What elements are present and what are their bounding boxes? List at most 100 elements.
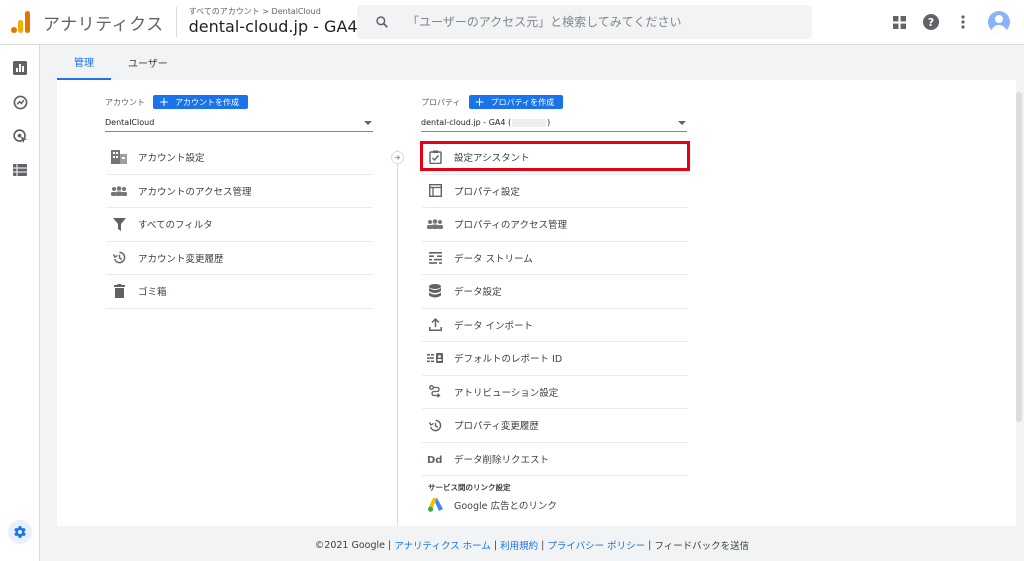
apps-grid-icon[interactable] xyxy=(890,13,908,31)
reports-icon[interactable] xyxy=(11,59,29,77)
svg-text:Dd: Dd xyxy=(427,455,442,464)
explore-icon[interactable] xyxy=(11,93,29,111)
header-divider xyxy=(175,7,177,37)
create-property-button[interactable]: + プロパティを作成 xyxy=(468,95,564,109)
dropdown-arrow-icon xyxy=(364,120,372,125)
search-input[interactable] xyxy=(407,15,787,29)
plus-icon: + xyxy=(159,95,170,109)
property-select[interactable]: dental-cloud.jp - GA4 () xyxy=(421,114,687,132)
top-app-bar: アナリティクス すべてのアカウント > DentalCloud dental-c… xyxy=(0,0,1024,45)
menu-account-settings[interactable]: アカウント設定 xyxy=(106,141,373,175)
filter-icon xyxy=(110,215,128,233)
menu-account-history[interactable]: アカウント変更履歴 xyxy=(106,242,373,275)
app-title: アナリティクス xyxy=(43,14,164,35)
report-id-icon xyxy=(426,349,444,367)
menu-item-label: ゴミ箱 xyxy=(138,287,167,299)
create-property-label: プロパティを作成 xyxy=(490,97,555,107)
menu-item-label: すべてのフィルタ xyxy=(138,220,213,232)
menu-data-streams[interactable]: データ ストリーム xyxy=(422,242,688,275)
menu-property-settings[interactable]: プロパティ設定 xyxy=(422,175,688,208)
menu-item-label: デフォルトのレポート ID xyxy=(454,354,563,366)
footer-link-terms[interactable]: 利用規約 xyxy=(500,538,538,552)
menu-item-label: プロパティ設定 xyxy=(454,186,520,198)
redacted-id xyxy=(512,118,547,127)
menu-item-label: プロパティのアクセス管理 xyxy=(454,220,567,232)
menu-google-ads-links[interactable]: Google 広告とのリンク xyxy=(422,494,688,516)
menu-item-label: アトリビューション設定 xyxy=(454,387,559,399)
admin-gear-icon[interactable] xyxy=(8,520,32,544)
menu-item-label: アカウント設定 xyxy=(138,153,205,165)
history-icon xyxy=(110,249,128,267)
account-property-switcher[interactable]: すべてのアカウント > DentalCloud dental-cloud.jp … xyxy=(189,7,370,37)
property-name: dental-cloud.jp - GA4 xyxy=(188,17,358,36)
create-account-label: アカウントを作成 xyxy=(175,97,240,107)
property-menu: 設定アシスタント プロパティ設定 プロパティのアクセス管理 データ ストリーム … xyxy=(422,141,688,516)
arrow-right-icon[interactable] xyxy=(391,151,404,164)
menu-item-label: データ設定 xyxy=(454,287,502,299)
account-avatar[interactable] xyxy=(988,11,1010,33)
product-links-section-label: サービス間のリンク設定 xyxy=(428,482,511,492)
help-icon[interactable]: ? xyxy=(922,13,940,31)
footer-copyright: ©2021 Google xyxy=(314,539,385,551)
footer-link-analytics-home[interactable]: アナリティクス ホーム xyxy=(394,538,491,552)
search-bar[interactable] xyxy=(357,5,812,39)
more-vert-icon[interactable] xyxy=(954,13,972,31)
menu-item-label: Google 広告とのリンク xyxy=(454,501,557,512)
streams-icon xyxy=(426,249,444,267)
menu-trash[interactable]: ゴミ箱 xyxy=(106,275,373,309)
plus-icon: + xyxy=(474,95,485,109)
menu-attribution-settings[interactable]: アトリビューション設定 xyxy=(422,376,688,409)
highlight-box xyxy=(420,141,690,171)
people-icon xyxy=(426,215,444,233)
menu-property-history[interactable]: プロパティ変更履歴 xyxy=(422,409,688,443)
property-select-suffix: ) xyxy=(547,118,551,127)
footer-separator: | xyxy=(388,539,392,551)
advertising-icon[interactable] xyxy=(11,127,29,145)
menu-data-import[interactable]: データ インポート xyxy=(422,309,688,342)
analytics-logo-icon[interactable] xyxy=(11,11,31,33)
menu-item-label: データ ストリーム xyxy=(454,253,533,265)
menu-data-deletion-requests[interactable]: Dd データ削除リクエスト xyxy=(422,443,688,476)
footer-feedback[interactable]: フィードバックを送信 xyxy=(654,538,749,552)
tab-bar: 管理 ユーザー xyxy=(57,45,1024,80)
configure-list-icon[interactable] xyxy=(11,161,29,179)
footer-separator: | xyxy=(541,539,545,551)
svg-text:?: ? xyxy=(928,16,934,29)
footer-separator: | xyxy=(648,539,652,551)
account-select[interactable]: DentalCloud xyxy=(105,114,373,132)
tab-admin[interactable]: 管理 xyxy=(57,45,111,80)
dd-icon: Dd xyxy=(426,450,444,468)
menu-item-label: データ削除リクエスト xyxy=(454,454,550,466)
menu-account-access[interactable]: アカウントのアクセス管理 xyxy=(106,175,373,208)
menu-item-label: プロパティ変更履歴 xyxy=(454,421,539,433)
account-select-value: DentalCloud xyxy=(105,118,155,127)
footer: ©2021 Google | アナリティクス ホーム | 利用規約 | プライバ… xyxy=(40,534,1024,556)
tab-user[interactable]: ユーザー xyxy=(111,45,185,80)
scrollbar[interactable] xyxy=(1016,92,1022,422)
property-column-header: プロパティ + プロパティを作成 xyxy=(421,95,564,109)
account-column-label: アカウント xyxy=(105,97,145,107)
attribution-icon xyxy=(426,383,444,401)
google-ads-icon xyxy=(426,496,444,514)
breadcrumb: すべてのアカウント > DentalCloud xyxy=(188,7,321,16)
window-icon xyxy=(426,182,444,200)
property-select-prefix: dental-cloud.jp - GA4 ( xyxy=(421,118,512,127)
menu-item-label: アカウントのアクセス管理 xyxy=(138,186,252,198)
create-account-button[interactable]: + アカウントを作成 xyxy=(153,95,249,109)
footer-separator: | xyxy=(493,539,498,551)
search-icon xyxy=(376,16,388,28)
account-menu: アカウント設定 アカウントのアクセス管理 すべてのフィルタ アカウント変更履歴 … xyxy=(106,141,373,309)
menu-item-label: アカウント変更履歴 xyxy=(138,253,224,265)
column-divider xyxy=(397,150,398,526)
building-icon xyxy=(110,148,128,166)
dropdown-arrow-icon xyxy=(678,120,686,125)
menu-data-settings[interactable]: データ設定 xyxy=(422,275,688,309)
menu-default-report-id[interactable]: デフォルトのレポート ID xyxy=(422,342,688,376)
account-column-header: アカウント + アカウントを作成 xyxy=(105,95,249,109)
footer-link-privacy[interactable]: プライバシー ポリシー xyxy=(547,538,645,552)
menu-all-filters[interactable]: すべてのフィルタ xyxy=(106,208,373,242)
menu-property-access[interactable]: プロパティのアクセス管理 xyxy=(422,208,688,242)
database-icon xyxy=(426,282,444,300)
history-icon xyxy=(426,416,444,434)
left-nav-rail xyxy=(0,45,40,561)
